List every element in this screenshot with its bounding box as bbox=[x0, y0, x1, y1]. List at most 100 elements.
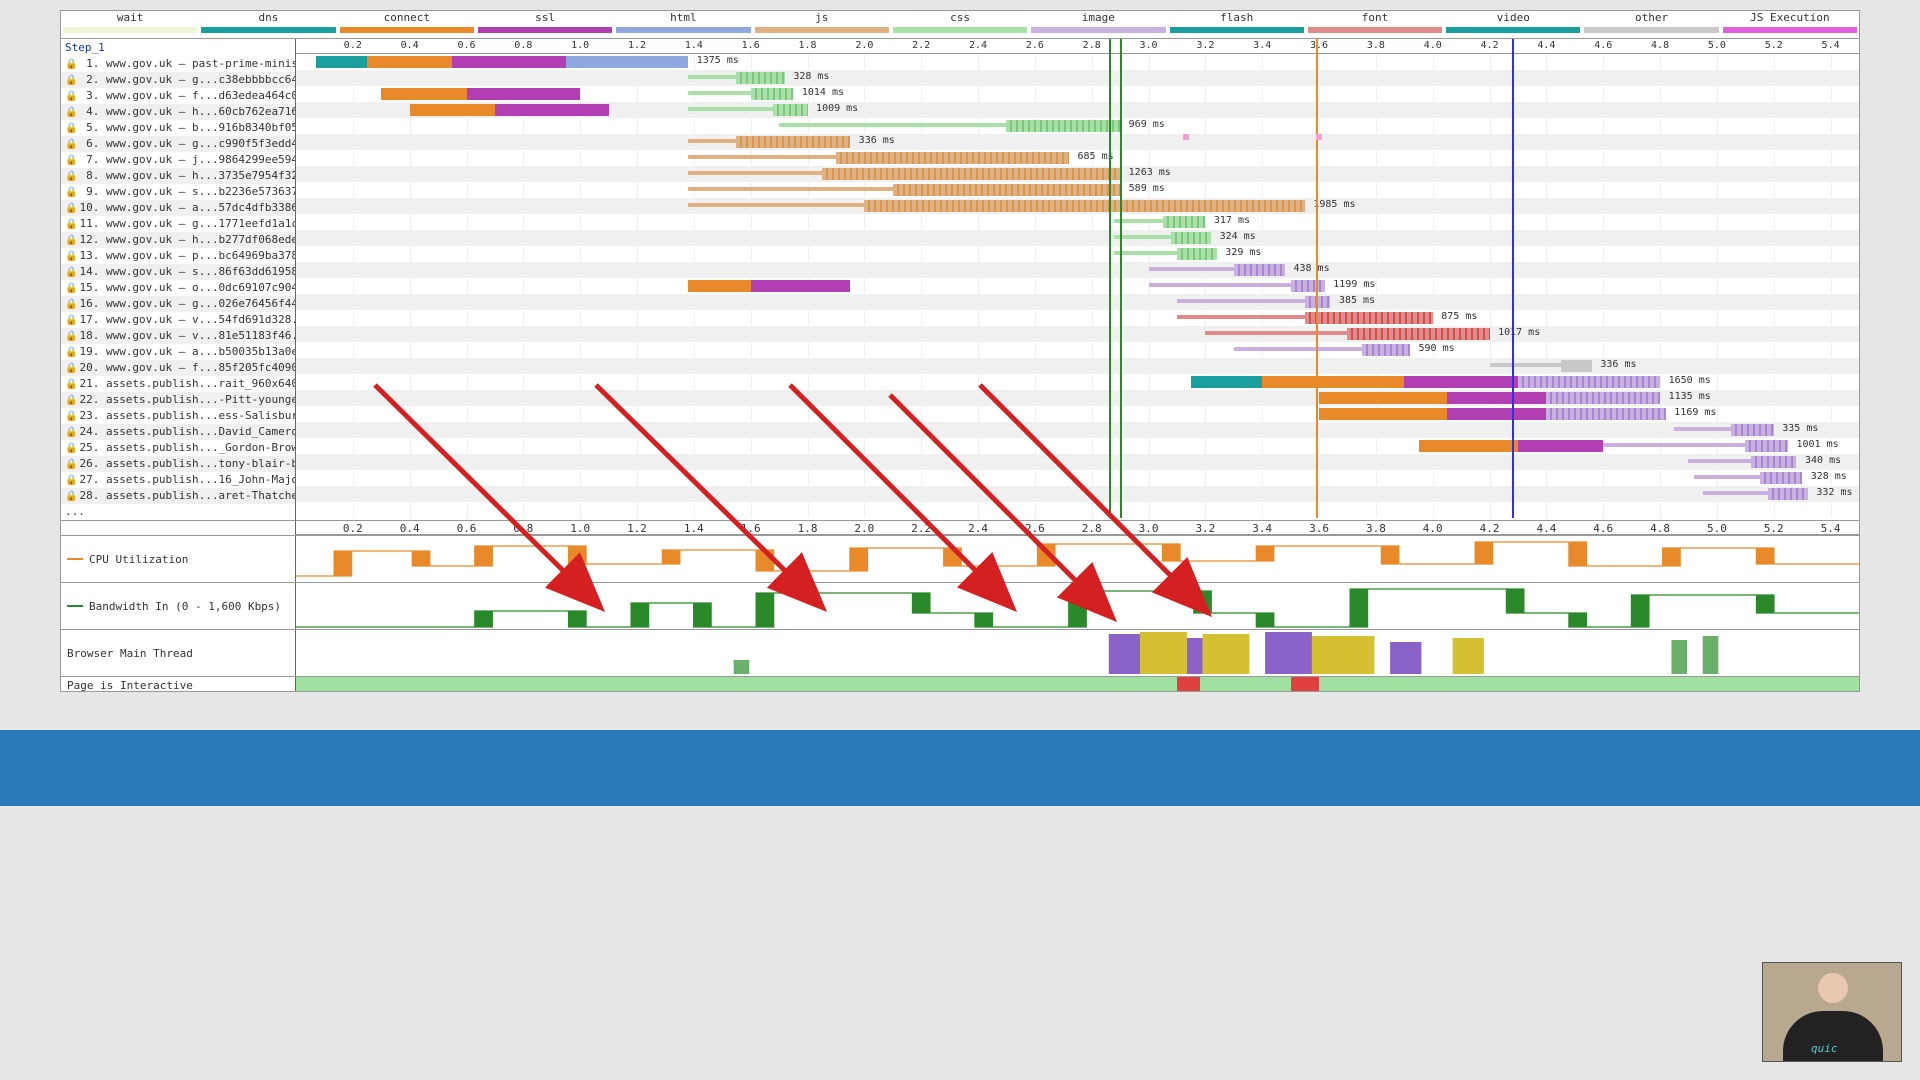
request-row[interactable]: 🔒25. assets.publish..._Gordon-Brown.jpg bbox=[61, 440, 295, 456]
timing-bar bbox=[751, 88, 794, 100]
lock-icon: 🔒 bbox=[65, 203, 77, 214]
legend-item-html[interactable]: html bbox=[614, 11, 752, 38]
event-marker bbox=[1512, 39, 1514, 518]
more-rows[interactable]: ... bbox=[61, 504, 295, 520]
duration-label: 329 ms bbox=[1225, 247, 1261, 258]
timeline-row[interactable]: 328 ms bbox=[296, 470, 1859, 486]
request-row[interactable]: 🔒16. www.gov.uk – g...026e76456f44b.png bbox=[61, 296, 295, 312]
tick: 3.8 bbox=[1367, 40, 1385, 51]
timeline-row[interactable]: 324 ms bbox=[296, 230, 1859, 246]
legend-item-font[interactable]: font bbox=[1306, 11, 1444, 38]
request-row[interactable]: 🔒12. www.gov.uk – h...b277df068ede5.css bbox=[61, 232, 295, 248]
legend-item-ssl[interactable]: ssl bbox=[476, 11, 614, 38]
request-row[interactable]: 🔒21. assets.publish...rait_960x640.jpg bbox=[61, 376, 295, 392]
tick: 1.4 bbox=[684, 522, 704, 535]
legend-item-js[interactable]: js bbox=[753, 11, 891, 38]
tick: 3.6 bbox=[1309, 522, 1329, 535]
lock-icon: 🔒 bbox=[65, 379, 77, 390]
timing-bar bbox=[1419, 440, 1518, 452]
request-row[interactable]: 🔒 6. www.gov.uk – g...c990f5f3edd49d.js bbox=[61, 136, 295, 152]
timing-bar bbox=[779, 123, 1006, 127]
request-row[interactable]: 🔒17. www.gov.uk – v...54fd691d328.woff2 bbox=[61, 312, 295, 328]
request-row[interactable]: 🔒 8. www.gov.uk – h...3735e7954f3280.js bbox=[61, 168, 295, 184]
timeline-row[interactable]: 590 ms bbox=[296, 342, 1859, 358]
timeline-row[interactable]: 969 ms bbox=[296, 118, 1859, 134]
request-row[interactable]: 🔒23. assets.publish...ess-Salisbury.jpg bbox=[61, 408, 295, 424]
timeline-row[interactable]: 317 ms bbox=[296, 214, 1859, 230]
legend-item-other[interactable]: other bbox=[1582, 11, 1720, 38]
lock-icon: 🔒 bbox=[65, 299, 77, 310]
timeline-row[interactable]: 1009 ms bbox=[296, 102, 1859, 118]
legend-item-video[interactable]: video bbox=[1444, 11, 1582, 38]
timeline-row[interactable]: 385 ms bbox=[296, 294, 1859, 310]
request-row[interactable]: 🔒 5. www.gov.uk – b...916b8340bf05d.css bbox=[61, 120, 295, 136]
request-row[interactable]: 🔒22. assets.publish...-Pitt-younger.jpg bbox=[61, 392, 295, 408]
request-row[interactable]: 🔒 9. www.gov.uk – s...b2236e573637d4.js bbox=[61, 184, 295, 200]
timeline-row[interactable]: 1135 ms bbox=[296, 390, 1859, 406]
timeline-row[interactable]: 1001 ms bbox=[296, 438, 1859, 454]
legend-item-wait[interactable]: wait bbox=[61, 11, 199, 38]
timeline-row[interactable]: 1985 ms bbox=[296, 198, 1859, 214]
timeline-row[interactable]: 329 ms bbox=[296, 246, 1859, 262]
timing-bar bbox=[688, 155, 836, 159]
legend-item-image[interactable]: image bbox=[1029, 11, 1167, 38]
timing-bar bbox=[1114, 251, 1177, 255]
timing-bar bbox=[1490, 363, 1561, 367]
request-row[interactable]: 🔒18. www.gov.uk – v...81e51183f46.woff2 bbox=[61, 328, 295, 344]
legend-item-JS-Execution[interactable]: JS Execution bbox=[1721, 11, 1859, 38]
tick: 5.4 bbox=[1822, 40, 1840, 51]
timeline-row[interactable]: 332 ms bbox=[296, 486, 1859, 502]
timeline-row[interactable]: 438 ms bbox=[296, 262, 1859, 278]
request-row[interactable]: 🔒20. www.gov.uk – f...85f205fc40907.ico bbox=[61, 360, 295, 376]
request-row[interactable]: 🔒 4. www.gov.uk – h...60cb762ea716a.css bbox=[61, 104, 295, 120]
tick: 0.2 bbox=[344, 40, 362, 51]
timeline-row[interactable]: 336 ms bbox=[296, 358, 1859, 374]
legend-item-css[interactable]: css bbox=[891, 11, 1029, 38]
timeline-row[interactable]: 875 ms bbox=[296, 310, 1859, 326]
lock-icon: 🔒 bbox=[65, 315, 77, 326]
request-row[interactable]: 🔒 7. www.gov.uk – j...9864299ee594ed.js bbox=[61, 152, 295, 168]
request-row[interactable]: 🔒27. assets.publish...16_John-Major.jpg bbox=[61, 472, 295, 488]
request-row[interactable]: 🔒14. www.gov.uk – s...86f63dd619585.png bbox=[61, 264, 295, 280]
lock-icon: 🔒 bbox=[65, 267, 77, 278]
timeline-row[interactable]: 1650 ms bbox=[296, 374, 1859, 390]
timeline-row[interactable]: 685 ms bbox=[296, 150, 1859, 166]
timeline-row[interactable]: 1014 ms bbox=[296, 86, 1859, 102]
timeline-row[interactable]: 335 ms bbox=[296, 422, 1859, 438]
request-row[interactable]: 🔒 2. www.gov.uk – g...c38ebbbbcc64f.css bbox=[61, 72, 295, 88]
tick: 1.0 bbox=[570, 522, 590, 535]
timeline-row[interactable]: 340 ms bbox=[296, 454, 1859, 470]
request-row[interactable]: 🔒24. assets.publish...David_Cameron.jpg bbox=[61, 424, 295, 440]
timeline-row[interactable]: 1169 ms bbox=[296, 406, 1859, 422]
timing-bar bbox=[1262, 376, 1404, 388]
timeline-row[interactable]: 1017 ms bbox=[296, 326, 1859, 342]
timeline-row[interactable]: 328 ms bbox=[296, 70, 1859, 86]
legend-item-dns[interactable]: dns bbox=[199, 11, 337, 38]
request-row[interactable]: 🔒11. www.gov.uk – g...1771eefd1a1c0.css bbox=[61, 216, 295, 232]
timing-bar bbox=[367, 56, 452, 68]
request-row[interactable]: 🔒 3. www.gov.uk – f...d63edea464c01.css bbox=[61, 88, 295, 104]
tick: 5.0 bbox=[1708, 40, 1726, 51]
timing-bar bbox=[688, 75, 736, 79]
tick: 4.2 bbox=[1480, 522, 1500, 535]
timeline-row[interactable]: 589 ms bbox=[296, 182, 1859, 198]
duration-label: 1017 ms bbox=[1498, 327, 1540, 338]
step-label: Step_1 bbox=[61, 39, 295, 56]
request-row[interactable]: 🔒26. assets.publish...tony-blair-bw.jpg bbox=[61, 456, 295, 472]
request-row[interactable]: 🔒15. www.gov.uk – o...0dc69107c9042.png bbox=[61, 280, 295, 296]
timing-bar bbox=[452, 56, 566, 68]
lock-icon: 🔒 bbox=[65, 363, 77, 374]
lock-icon: 🔒 bbox=[65, 59, 77, 70]
legend-item-flash[interactable]: flash bbox=[1168, 11, 1306, 38]
timeline-row[interactable]: 1375 ms bbox=[296, 54, 1859, 70]
request-row[interactable]: 🔒10. www.gov.uk – a...57dc4dfb3386ce.js bbox=[61, 200, 295, 216]
timeline-row[interactable]: 336 ms bbox=[296, 134, 1859, 150]
request-row[interactable]: 🔒28. assets.publish...aret-Thatcher.jpg bbox=[61, 488, 295, 504]
timeline-row[interactable]: 1263 ms bbox=[296, 166, 1859, 182]
request-row[interactable]: 🔒 1. www.gov.uk – past-prime-ministers bbox=[61, 56, 295, 72]
lock-icon: 🔒 bbox=[65, 283, 77, 294]
timeline-row[interactable]: 1199 ms bbox=[296, 278, 1859, 294]
request-row[interactable]: 🔒13. www.gov.uk – p...bc64969ba378d.css bbox=[61, 248, 295, 264]
request-row[interactable]: 🔒19. www.gov.uk – a...b50035b13a0e8.svg bbox=[61, 344, 295, 360]
legend-item-connect[interactable]: connect bbox=[338, 11, 476, 38]
